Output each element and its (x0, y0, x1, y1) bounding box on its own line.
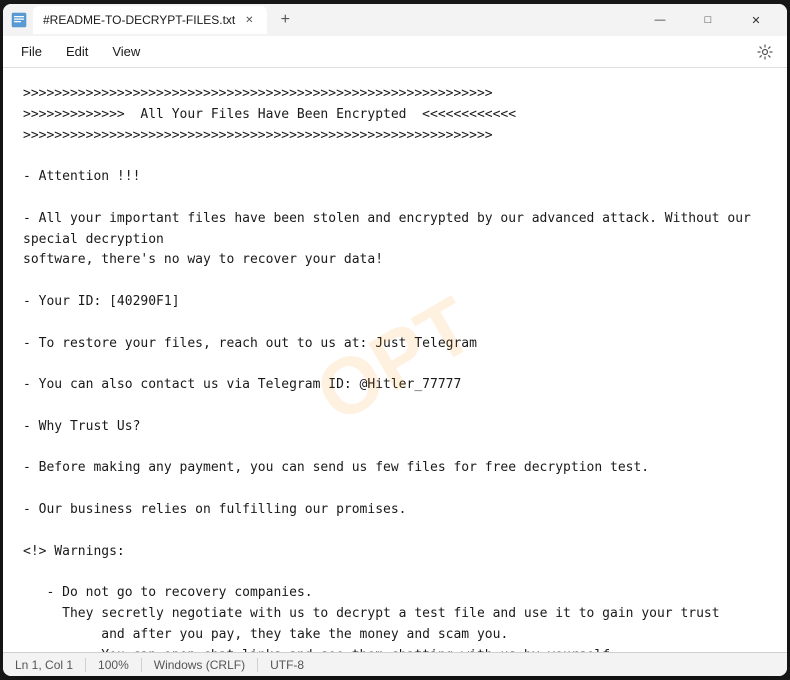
title-bar: #README-TO-DECRYPT-FILES.txt ✕ + — □ ✕ (3, 4, 787, 36)
tab-label: #README-TO-DECRYPT-FILES.txt (43, 13, 235, 27)
new-tab-button[interactable]: + (271, 6, 299, 34)
notepad-window: #README-TO-DECRYPT-FILES.txt ✕ + — □ ✕ F… (3, 4, 787, 676)
minimize-button[interactable]: — (637, 4, 683, 36)
settings-button[interactable] (751, 38, 779, 66)
app-icon (11, 12, 27, 28)
file-menu[interactable]: File (11, 40, 52, 63)
maximize-button[interactable]: □ (685, 4, 731, 36)
tab-close-button[interactable]: ✕ (241, 12, 257, 28)
tab-area: #README-TO-DECRYPT-FILES.txt ✕ + (33, 6, 637, 34)
edit-menu[interactable]: Edit (56, 40, 98, 63)
zoom-level: 100% (86, 658, 142, 672)
cursor-position: Ln 1, Col 1 (15, 658, 86, 672)
menu-items: File Edit View (11, 40, 150, 63)
text-content-area[interactable]: OPT >>>>>>>>>>>>>>>>>>>>>>>>>>>>>>>>>>>>… (3, 68, 787, 652)
window-controls: — □ ✕ (637, 4, 779, 36)
encoding: UTF-8 (258, 658, 316, 672)
file-content: >>>>>>>>>>>>>>>>>>>>>>>>>>>>>>>>>>>>>>>>… (23, 84, 767, 652)
close-button[interactable]: ✕ (733, 4, 779, 36)
menu-bar: File Edit View (3, 36, 787, 68)
status-bar: Ln 1, Col 1 100% Windows (CRLF) UTF-8 (3, 652, 787, 676)
active-tab[interactable]: #README-TO-DECRYPT-FILES.txt ✕ (33, 6, 267, 34)
line-ending: Windows (CRLF) (142, 658, 258, 672)
view-menu[interactable]: View (102, 40, 150, 63)
